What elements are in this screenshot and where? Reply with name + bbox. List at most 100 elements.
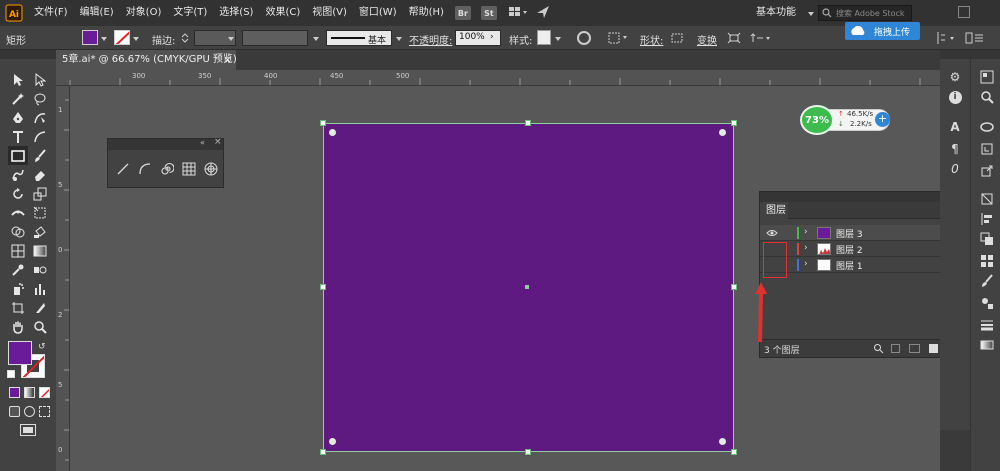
scale-tool[interactable] — [31, 185, 49, 202]
creative-cloud-icon[interactable] — [978, 118, 996, 136]
visibility-eye-icon[interactable] — [766, 229, 778, 240]
properties-icon[interactable]: ⚙ — [946, 68, 964, 86]
libraries-icon[interactable] — [978, 140, 996, 158]
menu-file[interactable]: 文件(F) — [28, 0, 74, 26]
create-new-layer-icon[interactable] — [929, 344, 938, 353]
slice-tool[interactable] — [31, 299, 49, 316]
arc-icon[interactable] — [138, 162, 152, 179]
blend-tool[interactable] — [31, 261, 49, 278]
layer-name[interactable]: 图层 1 — [836, 259, 863, 272]
panel-menu-icon[interactable] — [965, 32, 987, 47]
brushes-icon[interactable] — [978, 272, 996, 290]
menu-select[interactable]: 选择(S) — [213, 0, 259, 26]
gradient-panel-icon[interactable] — [978, 336, 996, 354]
workspace-chevron-icon[interactable] — [808, 12, 814, 16]
draw-behind-icon[interactable] — [24, 406, 35, 417]
selection-tool[interactable] — [9, 71, 27, 88]
opentype-icon[interactable]: 0 — [946, 160, 964, 178]
zoom-tool[interactable] — [31, 318, 49, 335]
stroke-color-swatch[interactable] — [114, 30, 130, 45]
window-minimize-button[interactable] — [958, 6, 970, 18]
gpu-performance-icon[interactable] — [536, 5, 550, 22]
transform-label[interactable]: 变换 — [697, 32, 717, 47]
gradient-mode-button[interactable] — [24, 387, 35, 398]
draw-normal-icon[interactable] — [9, 406, 20, 417]
resize-handle-left[interactable] — [320, 284, 326, 290]
symbols-icon[interactable] — [978, 294, 996, 312]
none-mode-button[interactable] — [39, 387, 50, 398]
tab-layers[interactable]: 图层 — [760, 202, 788, 219]
paragraph-icon[interactable]: ¶ — [946, 140, 964, 158]
isolate-group-icon[interactable] — [727, 32, 741, 47]
menu-edit[interactable]: 编辑(E) — [74, 0, 120, 26]
stroke-weight-spinner[interactable] — [180, 32, 190, 44]
toolbar-collapse-bar[interactable] — [0, 50, 56, 59]
dock-scrollbar[interactable] — [940, 430, 970, 471]
shape-builder-tool[interactable] — [9, 223, 27, 240]
polar-grid-icon[interactable] — [204, 162, 218, 179]
type-tool[interactable] — [9, 128, 27, 145]
pathfinder-icon[interactable] — [978, 230, 996, 248]
free-transform-tool[interactable] — [31, 204, 49, 221]
menu-type[interactable]: 文字(T) — [167, 0, 213, 26]
layer-name[interactable]: 图层 2 — [836, 243, 863, 256]
style-dropdown-icon[interactable] — [555, 37, 561, 41]
menu-effect[interactable]: 效果(C) — [259, 0, 306, 26]
resize-handle-top-left[interactable] — [320, 120, 326, 126]
bridge-button[interactable]: Br — [454, 6, 471, 20]
corner-widget-top-left[interactable] — [329, 129, 336, 136]
live-paint-bucket-tool[interactable] — [31, 223, 49, 240]
close-icon[interactable]: × — [214, 137, 222, 147]
stock-button[interactable]: St — [480, 6, 497, 20]
resize-handle-top-right[interactable] — [731, 120, 737, 126]
expand-layer-icon[interactable]: › — [804, 227, 808, 237]
corner-widget-bottom-right[interactable] — [719, 438, 726, 445]
vertical-ruler[interactable]: 1 5 0 2 5 0 — [56, 86, 70, 471]
arrange-documents-icon[interactable] — [508, 6, 528, 21]
color-mode-button[interactable] — [9, 387, 20, 398]
locate-object-icon[interactable] — [873, 343, 884, 357]
magic-wand-tool[interactable] — [9, 90, 27, 107]
expand-layer-icon[interactable]: › — [804, 243, 808, 253]
align-options-icon[interactable] — [608, 31, 630, 48]
horizontal-ruler[interactable]: 300 350 400 450 500 — [56, 70, 940, 86]
brush-dropdown-icon[interactable] — [396, 37, 402, 41]
shape-properties-icon[interactable] — [670, 32, 684, 47]
network-speed-widget[interactable]: 73% ↑ 46.5K/s ↓ 2.2K/s + — [800, 105, 892, 135]
menu-help[interactable]: 帮助(H) — [403, 0, 450, 26]
spiral-icon[interactable] — [160, 162, 175, 179]
variable-width-profile[interactable] — [242, 30, 308, 46]
resize-handle-bottom-right[interactable] — [731, 449, 737, 455]
rectangular-grid-icon[interactable] — [182, 162, 196, 179]
column-graph-tool[interactable] — [31, 280, 49, 297]
draw-inside-icon[interactable] — [39, 406, 50, 417]
upload-widget[interactable]: 拖拽上传 — [845, 22, 920, 40]
direct-selection-tool[interactable] — [31, 71, 49, 88]
brush-definition-field[interactable]: 基本 — [326, 30, 392, 46]
hand-tool[interactable] — [9, 318, 27, 335]
resize-handle-top[interactable] — [525, 120, 531, 126]
document-tab[interactable]: 5章.ai* @ 66.67% (CMYK/GPU 预览) — [56, 50, 237, 70]
character-icon[interactable]: A — [946, 118, 964, 136]
stock-search-input[interactable]: 搜索 Adobe Stock — [818, 5, 912, 21]
boost-plus-icon[interactable]: + — [875, 112, 890, 127]
lasso-tool[interactable] — [31, 90, 49, 107]
opacity-field[interactable]: 100% — [455, 30, 501, 46]
gradient-tool[interactable] — [31, 242, 49, 259]
artboard-tool[interactable] — [9, 299, 27, 316]
eyedropper-tool[interactable] — [9, 261, 27, 278]
shaper-tool[interactable] — [9, 166, 27, 183]
stroke-dropdown-icon[interactable] — [133, 37, 139, 41]
layer-name[interactable]: 图层 3 — [836, 227, 863, 240]
dock-collapse-bar[interactable] — [940, 50, 1000, 59]
perspective-grid-tool[interactable] — [9, 242, 27, 259]
transform-options-icon[interactable] — [750, 32, 772, 47]
stroke-panel-icon[interactable] — [978, 316, 996, 334]
rectangle-tool[interactable] — [8, 146, 28, 165]
rotate-tool[interactable] — [9, 185, 27, 202]
menu-view[interactable]: 视图(V) — [306, 0, 353, 26]
recolor-artwork-icon[interactable] — [577, 31, 591, 45]
default-fill-stroke-icon[interactable] — [7, 370, 15, 378]
fill-dropdown-icon[interactable] — [101, 37, 107, 41]
expand-layer-icon[interactable]: › — [804, 259, 808, 269]
